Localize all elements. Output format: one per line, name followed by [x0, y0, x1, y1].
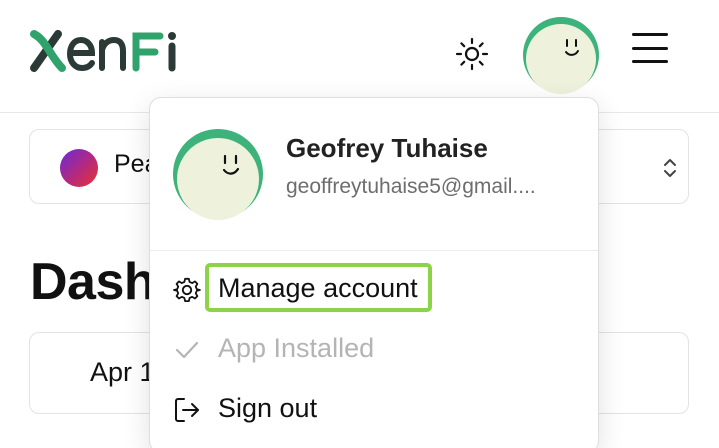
user-avatar-button[interactable] — [522, 16, 600, 94]
date-label: Apr 1 — [90, 357, 155, 387]
hamburger-line — [632, 60, 668, 63]
profile-header: Geofrey Tuhaise geoffreytuhaise5@gmail..… — [150, 98, 598, 251]
user-name: Geofrey Tuhaise — [286, 133, 488, 163]
sign-out-menu-item[interactable]: Sign out — [150, 382, 598, 436]
xenfi-logo[interactable] — [28, 22, 188, 82]
user-email: geoffreytuhaise5@gmail.... — [286, 175, 536, 198]
check-icon — [175, 341, 199, 359]
chevron-up-down-icon — [664, 159, 676, 177]
manage-account-menu-item[interactable]: Manage account — [150, 262, 598, 316]
workspace-icon — [60, 149, 98, 187]
sign-out-label: Sign out — [218, 393, 318, 423]
page-title: Dash — [30, 253, 156, 311]
hamburger-line — [632, 33, 668, 36]
profile-avatar — [173, 129, 263, 220]
sign-out-icon — [175, 398, 199, 422]
app-installed-menu-item: App Installed — [150, 322, 598, 376]
focus-highlight — [205, 263, 432, 312]
gear-icon — [173, 277, 201, 303]
hamburger-line — [632, 46, 668, 50]
user-menu-dropdown: Geofrey Tuhaise geoffreytuhaise5@gmail..… — [149, 97, 599, 448]
app-installed-label: App Installed — [218, 333, 375, 363]
theme-toggle-button[interactable] — [450, 32, 494, 76]
sun-icon — [455, 37, 489, 71]
avatar — [523, 17, 599, 94]
hamburger-menu-button[interactable] — [628, 28, 672, 68]
